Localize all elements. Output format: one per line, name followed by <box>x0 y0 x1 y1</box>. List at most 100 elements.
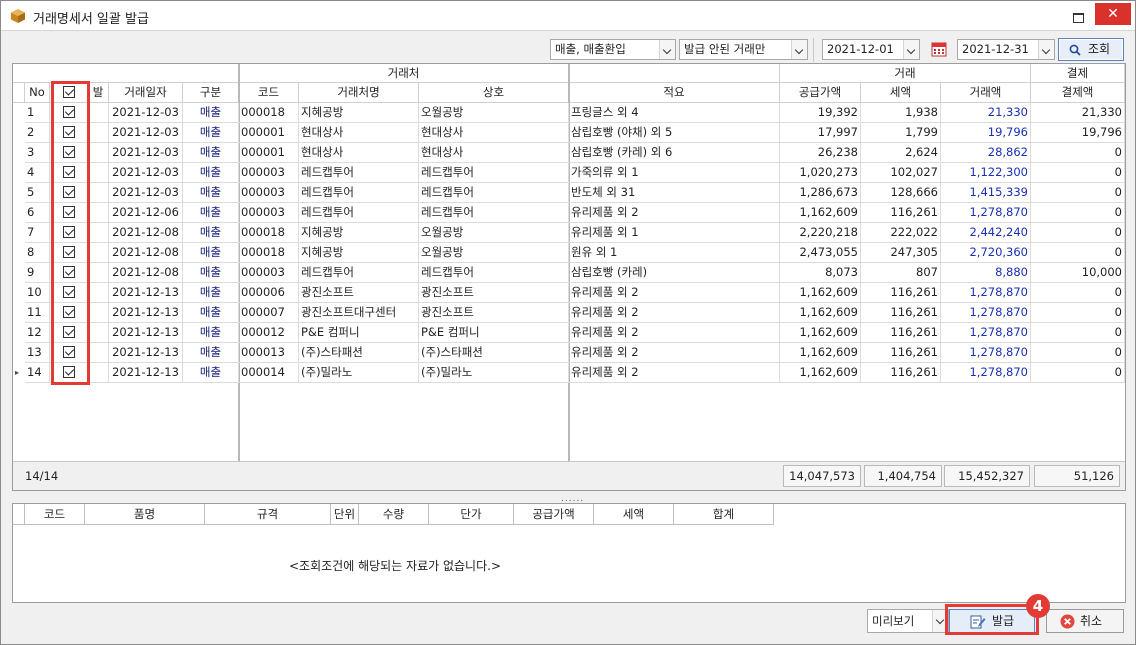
cell-date[interactable]: 2021-12-06 <box>109 203 183 223</box>
cell-code[interactable]: 000013 <box>239 343 299 363</box>
cell-type[interactable]: 매출 <box>183 263 239 283</box>
cell-date[interactable]: 2021-12-13 <box>109 303 183 323</box>
cell-company[interactable]: 레드캡투어 <box>419 183 569 203</box>
cell-client-name[interactable]: P&E 컴퍼니 <box>299 323 419 343</box>
cell-client-name[interactable]: (주)밀라노 <box>299 363 419 383</box>
cell-no[interactable]: 2 <box>25 123 50 143</box>
column-header-summary[interactable]: 적요 <box>569 83 780 103</box>
cell-supply[interactable]: 8,073 <box>780 263 861 283</box>
detail-header-unit[interactable]: 단위 <box>331 504 359 525</box>
cell-date[interactable]: 2021-12-08 <box>109 263 183 283</box>
cell-type[interactable]: 매출 <box>183 183 239 203</box>
cell-amount[interactable]: 1,278,870 <box>941 363 1031 383</box>
cell-paid[interactable]: 0 <box>1031 303 1125 323</box>
cell-code[interactable]: 000001 <box>239 143 299 163</box>
cell-tax[interactable]: 2,624 <box>861 143 941 163</box>
cell-no[interactable]: 7 <box>25 223 50 243</box>
cell-amount[interactable]: 19,796 <box>941 123 1031 143</box>
cell-tax[interactable]: 1,938 <box>861 103 941 123</box>
cell-amount[interactable]: 2,442,240 <box>941 223 1031 243</box>
column-header-issued[interactable]: 발 <box>88 83 109 103</box>
cell-tax[interactable]: 116,261 <box>861 363 941 383</box>
cell-amount[interactable]: 21,330 <box>941 103 1031 123</box>
cell-summary[interactable]: 유리제품 외 2 <box>569 203 780 223</box>
cell-client-name[interactable]: 지혜공방 <box>299 243 419 263</box>
cell-date[interactable]: 2021-12-03 <box>109 123 183 143</box>
cell-client-name[interactable]: 레드캡투어 <box>299 203 419 223</box>
cell-amount[interactable]: 28,862 <box>941 143 1031 163</box>
cell-paid[interactable]: 0 <box>1031 343 1125 363</box>
cell-company[interactable]: 현대상사 <box>419 143 569 163</box>
detail-header-total[interactable]: 합계 <box>674 504 774 525</box>
cell-tax[interactable]: 247,305 <box>861 243 941 263</box>
cell-type[interactable]: 매출 <box>183 223 239 243</box>
cell-client-name[interactable]: 지혜공방 <box>299 103 419 123</box>
cell-summary[interactable]: 유리제품 외 2 <box>569 283 780 303</box>
cell-code[interactable]: 000003 <box>239 203 299 223</box>
cell-no[interactable]: 9 <box>25 263 50 283</box>
cell-code[interactable]: 000003 <box>239 163 299 183</box>
chevron-down-icon[interactable] <box>791 40 807 59</box>
cell-date[interactable]: 2021-12-13 <box>109 363 183 383</box>
cell-supply[interactable]: 1,162,609 <box>780 363 861 383</box>
cell-summary[interactable]: 유리제품 외 2 <box>569 343 780 363</box>
cell-company[interactable]: 레드캡투어 <box>419 163 569 183</box>
cell-supply[interactable]: 1,162,609 <box>780 303 861 323</box>
cell-amount[interactable]: 1,278,870 <box>941 323 1031 343</box>
cell-paid[interactable]: 0 <box>1031 363 1125 383</box>
cell-tax[interactable]: 102,027 <box>861 163 941 183</box>
cell-paid[interactable]: 21,330 <box>1031 103 1125 123</box>
cell-code[interactable]: 000014 <box>239 363 299 383</box>
column-header-date[interactable]: 거래일자 <box>109 83 183 103</box>
cell-client-name[interactable]: 광진소프트 <box>299 283 419 303</box>
column-header-amount[interactable]: 거래액 <box>941 83 1031 103</box>
cell-date[interactable]: 2021-12-13 <box>109 323 183 343</box>
cell-tax[interactable]: 116,261 <box>861 303 941 323</box>
cell-no[interactable]: 1 <box>25 103 50 123</box>
cell-code[interactable]: 000003 <box>239 263 299 283</box>
cell-summary[interactable]: 삼립호빵 (카레) 외 6 <box>569 143 780 163</box>
cell-summary[interactable]: 원유 외 1 <box>569 243 780 263</box>
cell-summary[interactable]: 프링글스 외 4 <box>569 103 780 123</box>
cell-supply[interactable]: 2,220,218 <box>780 223 861 243</box>
cell-tax[interactable]: 222,022 <box>861 223 941 243</box>
cell-supply[interactable]: 19,392 <box>780 103 861 123</box>
cell-date[interactable]: 2021-12-08 <box>109 243 183 263</box>
column-header-no[interactable]: No <box>25 83 50 103</box>
cell-paid[interactable]: 19,796 <box>1031 123 1125 143</box>
cell-tax[interactable]: 1,799 <box>861 123 941 143</box>
date-to-input[interactable]: 2021-12-31 <box>957 39 1055 60</box>
cell-no[interactable]: 3 <box>25 143 50 163</box>
cell-tax[interactable]: 128,666 <box>861 183 941 203</box>
cell-company[interactable]: 오월공방 <box>419 103 569 123</box>
cell-amount[interactable]: 1,278,870 <box>941 283 1031 303</box>
cell-no[interactable]: 10 <box>25 283 50 303</box>
column-header-client-name[interactable]: 거래처명 <box>299 83 419 103</box>
cell-code[interactable]: 000003 <box>239 183 299 203</box>
chevron-down-icon[interactable] <box>903 40 919 59</box>
detail-header-unit-price[interactable]: 단가 <box>429 504 514 525</box>
cell-supply[interactable]: 17,997 <box>780 123 861 143</box>
cell-date[interactable]: 2021-12-03 <box>109 163 183 183</box>
cell-tax[interactable]: 116,261 <box>861 323 941 343</box>
cell-amount[interactable]: 1,278,870 <box>941 303 1031 323</box>
column-header-paid[interactable]: 결제액 <box>1031 83 1125 103</box>
cell-company[interactable]: (주)스타패션 <box>419 343 569 363</box>
cell-code[interactable]: 000012 <box>239 323 299 343</box>
cell-paid[interactable]: 10,000 <box>1031 263 1125 283</box>
cell-company[interactable]: 레드캡투어 <box>419 203 569 223</box>
cell-supply[interactable]: 1,162,609 <box>780 203 861 223</box>
sales-type-select[interactable]: 매출, 매출환입 <box>550 39 676 60</box>
cell-company[interactable]: 오월공방 <box>419 243 569 263</box>
cell-code[interactable]: 000018 <box>239 103 299 123</box>
cell-amount[interactable]: 1,278,870 <box>941 343 1031 363</box>
cell-company[interactable]: 레드캡투어 <box>419 263 569 283</box>
cell-type[interactable]: 매출 <box>183 363 239 383</box>
cell-supply[interactable]: 1,162,609 <box>780 283 861 303</box>
cell-no[interactable]: 11 <box>25 303 50 323</box>
cell-type[interactable]: 매출 <box>183 143 239 163</box>
detail-header-code[interactable]: 코드 <box>25 504 85 525</box>
cell-paid[interactable]: 0 <box>1031 143 1125 163</box>
preview-select[interactable]: 미리보기 <box>867 609 949 633</box>
cell-type[interactable]: 매출 <box>183 303 239 323</box>
